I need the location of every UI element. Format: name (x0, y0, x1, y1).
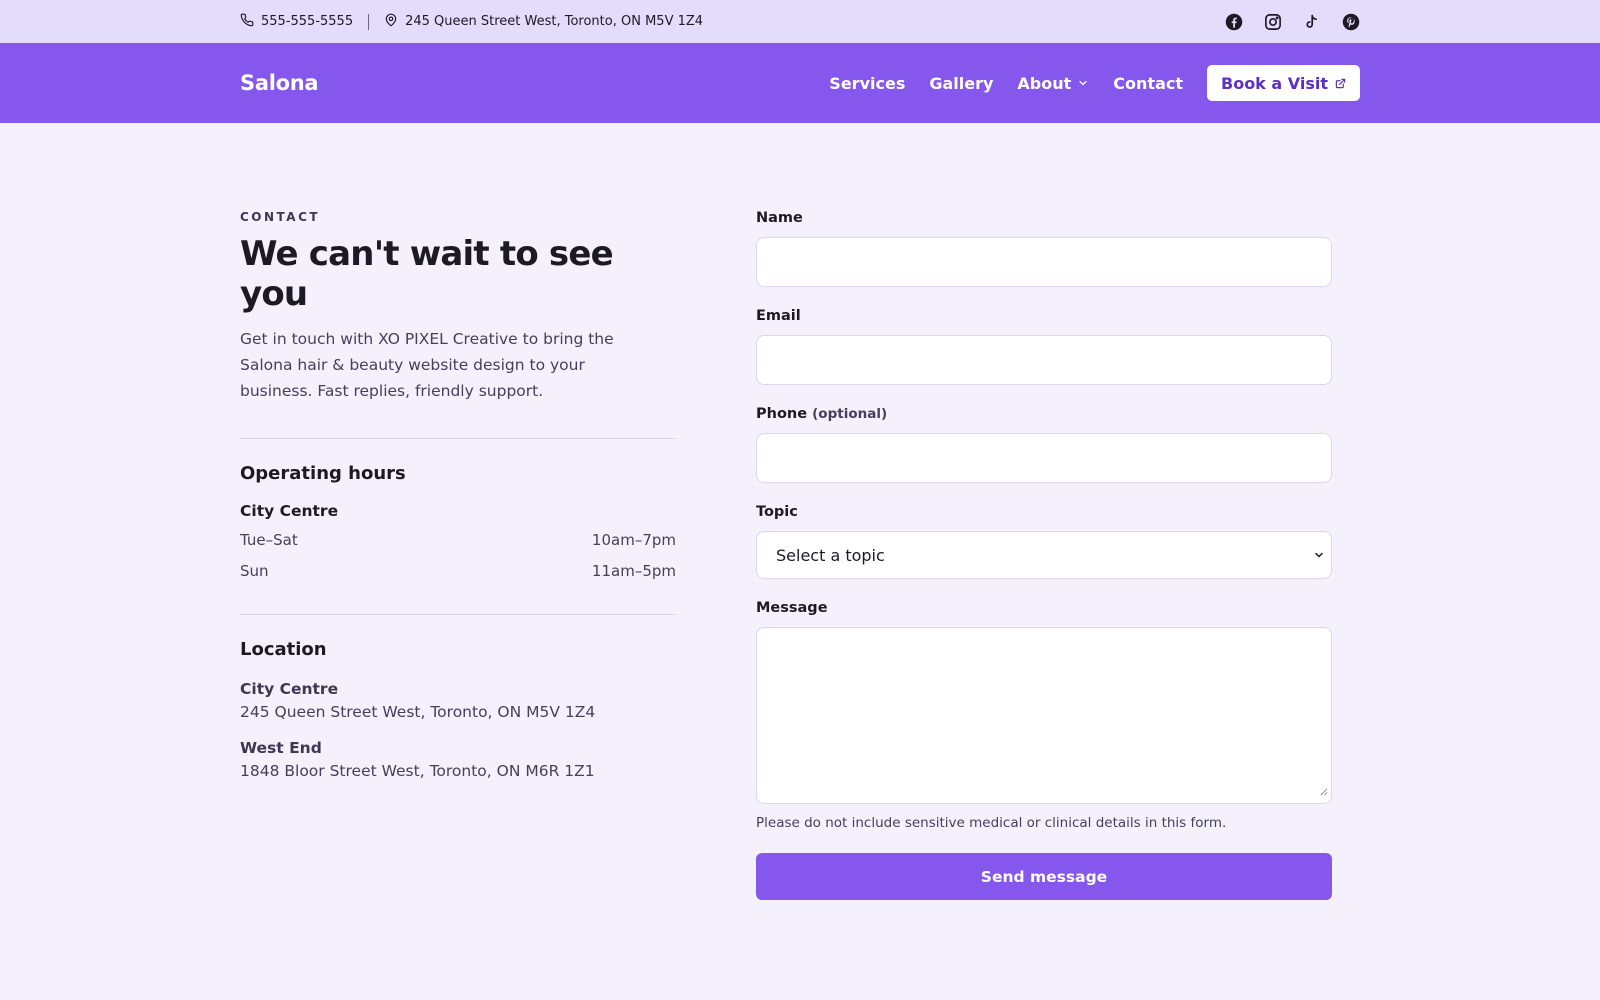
phone-input[interactable] (756, 433, 1332, 483)
main-navbar: Salona Services Gallery About Contact Bo… (0, 43, 1600, 123)
hours-location-name: City Centre (240, 502, 339, 520)
nav-gallery[interactable]: Gallery (929, 74, 993, 93)
nav-about[interactable]: About (1017, 74, 1089, 93)
external-link-icon (1335, 74, 1346, 93)
book-a-visit-button[interactable]: Book a Visit (1207, 65, 1360, 101)
location-name: City Centre (240, 680, 339, 698)
page-title: We can't wait to see you (240, 234, 614, 314)
topbar-divider (368, 13, 370, 30)
divider (240, 614, 676, 615)
message-label: Message (756, 600, 828, 616)
main-nav: Services Gallery About Contact Book a Vi… (829, 65, 1360, 101)
hours-row: Tue–Sat 10am–7pm (240, 531, 676, 549)
nav-services[interactable]: Services (829, 74, 905, 93)
resize-handle-icon[interactable] (1319, 781, 1328, 800)
pinterest-icon[interactable] (1341, 12, 1360, 31)
hours-days: Tue–Sat (240, 531, 298, 549)
email-input[interactable] (756, 335, 1332, 385)
contact-info-column: CONTACT We can't wait to see you Get in … (240, 210, 676, 900)
phone-label: Phone (optional) (756, 406, 1332, 422)
location-item: West End 1848 Bloor Street West, Toronto… (240, 739, 676, 780)
name-input[interactable] (756, 237, 1332, 287)
phone-icon (240, 13, 254, 31)
chevron-down-icon (1313, 546, 1325, 565)
nav-contact[interactable]: Contact (1113, 74, 1183, 93)
name-label: Name (756, 210, 803, 226)
email-label: Email (756, 308, 801, 324)
intro-text: Get in touch with XO PIXEL Creative to b… (240, 330, 614, 400)
phone-label-text: Phone (756, 406, 808, 422)
location-item: City Centre 245 Queen Street West, Toron… (240, 680, 676, 721)
hours-time: 10am–7pm (591, 531, 676, 549)
nav-about-label: About (1017, 73, 1072, 93)
hours-days: Sun (240, 562, 269, 580)
topbar-address: 245 Queen Street West, Toronto, ON M5V 1… (405, 14, 704, 29)
location-title: Location (240, 639, 327, 660)
top-bar: 555-555-5555 245 Queen Street West, Toro… (0, 0, 1600, 43)
topic-select[interactable]: Select a topic (756, 531, 1332, 579)
tiktok-icon[interactable] (1302, 12, 1321, 31)
contact-form: Name Email Phone (optional) Topic Select… (756, 210, 1332, 900)
phone-info[interactable]: 555-555-5555 (240, 13, 353, 31)
location-address: 1848 Bloor Street West, Toronto, ON M6R … (240, 762, 595, 780)
divider (240, 438, 676, 439)
optional-hint: (optional) (812, 406, 888, 422)
location-name: West End (240, 739, 322, 757)
brand-logo[interactable]: Salona (240, 71, 319, 95)
hours-time: 11am–5pm (591, 562, 676, 580)
form-help-text: Please do not include sensitive medical … (756, 815, 1227, 831)
book-a-visit-label: Book a Visit (1221, 73, 1328, 93)
location-address: 245 Queen Street West, Toronto, ON M5V 1… (240, 703, 596, 721)
instagram-icon[interactable] (1263, 12, 1282, 31)
chevron-down-icon (1077, 74, 1089, 93)
section-eyebrow: CONTACT (240, 210, 321, 224)
phone-number: 555-555-5555 (261, 14, 354, 29)
topic-label: Topic (756, 504, 798, 520)
contact-section: CONTACT We can't wait to see you Get in … (240, 123, 1360, 900)
topic-selected-value: Select a topic (776, 545, 885, 565)
location-pin-icon (384, 13, 398, 31)
operating-hours-title: Operating hours (240, 463, 406, 484)
facebook-icon[interactable] (1224, 12, 1243, 31)
message-textarea[interactable] (756, 627, 1332, 804)
address-info[interactable]: 245 Queen Street West, Toronto, ON M5V 1… (384, 13, 703, 31)
send-message-button[interactable]: Send message (756, 853, 1332, 900)
hours-row: Sun 11am–5pm (240, 562, 676, 580)
